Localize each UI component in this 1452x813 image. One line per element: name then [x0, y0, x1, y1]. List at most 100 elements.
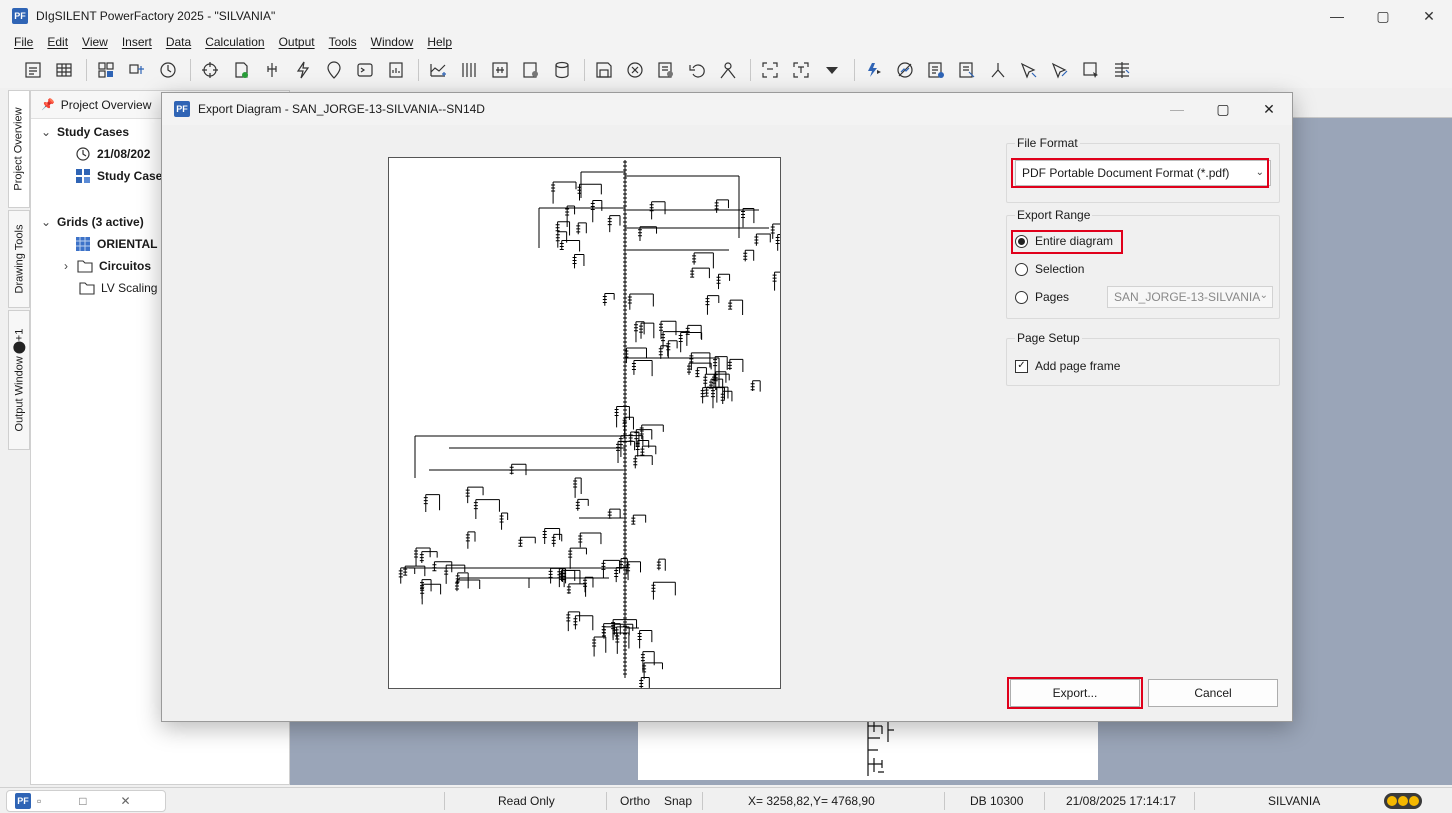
- zoom-text-icon[interactable]: [790, 59, 812, 81]
- tab-project-overview[interactable]: Project Overview: [8, 90, 30, 208]
- output-plus-one: +1: [12, 328, 25, 342]
- dialog-maximize-button[interactable]: ▢: [1200, 93, 1246, 125]
- arrow-select2-icon[interactable]: [1049, 59, 1071, 81]
- maximize-icon[interactable]: □: [79, 794, 86, 808]
- frame-icon[interactable]: [489, 59, 511, 81]
- highlight-file-format: [1011, 158, 1269, 188]
- chart-lines-icon[interactable]: [1111, 59, 1133, 81]
- close-icon[interactable]: ✕: [121, 794, 131, 808]
- tree-grids[interactable]: ⌄ Grids (3 active): [39, 211, 144, 233]
- restore-icon[interactable]: ▫: [37, 794, 41, 808]
- tree-circuitos[interactable]: › Circuitos: [59, 255, 151, 277]
- radio-indicator[interactable]: [1015, 290, 1028, 304]
- status-datetime: 21/08/2025 17:14:17: [1066, 794, 1177, 808]
- lightning-icon[interactable]: [292, 59, 314, 81]
- dropdown-icon[interactable]: [821, 59, 843, 81]
- network-icon[interactable]: [126, 59, 148, 81]
- menu-window[interactable]: Window: [371, 35, 414, 49]
- maximize-button[interactable]: ▢: [1360, 0, 1406, 32]
- tree-study-case-date[interactable]: 21/08/202: [71, 143, 150, 165]
- pages-select[interactable]: SAN_JORGE-13-SILVANIA ⌄: [1107, 286, 1273, 308]
- terminal-icon[interactable]: [354, 59, 376, 81]
- tree-label-study-cases: Study Cases: [57, 125, 130, 139]
- menu-edit[interactable]: Edit: [47, 35, 68, 49]
- person-icon[interactable]: [717, 59, 739, 81]
- target-icon[interactable]: [199, 59, 221, 81]
- menu-data[interactable]: Data: [166, 35, 191, 49]
- tree-label-study-case: Study Case: [97, 169, 163, 183]
- fork-icon[interactable]: [987, 59, 1009, 81]
- radio-indicator[interactable]: [1015, 262, 1028, 276]
- graph-off-icon[interactable]: [894, 59, 916, 81]
- toolbar-separator: [584, 59, 585, 81]
- grid-icon[interactable]: [95, 59, 117, 81]
- menu-tools[interactable]: Tools: [329, 35, 357, 49]
- app-logo: PF: [12, 8, 28, 24]
- dialog-minimize-button[interactable]: —: [1154, 93, 1200, 125]
- dialog-close-button[interactable]: ✕: [1246, 93, 1292, 125]
- menu-file[interactable]: File: [14, 35, 33, 49]
- tab-drawing-tools[interactable]: Drawing Tools: [8, 210, 30, 308]
- chevron-down-icon[interactable]: ⌄: [39, 215, 53, 229]
- menu-view[interactable]: View: [82, 35, 108, 49]
- cursor-select-icon[interactable]: [1080, 59, 1102, 81]
- table-icon[interactable]: [53, 59, 75, 81]
- diagram-page-background: [638, 720, 1098, 780]
- status-db: DB 10300: [970, 794, 1024, 808]
- tree-lv-scaling[interactable]: LV Scaling: [75, 277, 157, 299]
- bars-icon[interactable]: [458, 59, 480, 81]
- save-icon[interactable]: [593, 59, 615, 81]
- switch-icon[interactable]: [261, 59, 283, 81]
- radio-pages[interactable]: Pages: [1015, 286, 1069, 308]
- page-setup-label: Page Setup: [1015, 331, 1082, 345]
- pin-icon[interactable]: 📌: [41, 98, 55, 111]
- tree-label-lv-scaling: LV Scaling: [101, 281, 158, 295]
- export-diagram-dialog: PF Export Diagram - SAN_JORGE-13-SILVANI…: [161, 92, 1293, 722]
- plot-icon[interactable]: [427, 59, 449, 81]
- minimize-button[interactable]: —: [1314, 0, 1360, 32]
- tree-label-date: 21/08/202: [97, 147, 151, 161]
- menu-help[interactable]: Help: [427, 35, 452, 49]
- menu-insert[interactable]: Insert: [122, 35, 152, 49]
- text-icon[interactable]: [22, 59, 44, 81]
- report-icon[interactable]: [385, 59, 407, 81]
- report3-icon[interactable]: [956, 59, 978, 81]
- tree-study-cases[interactable]: ⌄ Study Cases: [39, 121, 129, 143]
- cancel-icon[interactable]: [624, 59, 646, 81]
- status-divider: [1194, 792, 1195, 810]
- folder-icon: [77, 258, 93, 274]
- tree-study-case[interactable]: Study Case: [71, 165, 162, 187]
- output-window-label: Output Window: [12, 356, 25, 432]
- menu-output[interactable]: Output: [279, 35, 315, 49]
- run-icon[interactable]: [863, 59, 885, 81]
- tree-oriental[interactable]: ORIENTAL: [71, 233, 157, 255]
- clock-icon[interactable]: [157, 59, 179, 81]
- marker-icon[interactable]: [323, 59, 345, 81]
- status-ortho[interactable]: Ortho: [620, 794, 650, 808]
- page-check-icon[interactable]: [230, 59, 252, 81]
- chevron-down-icon[interactable]: ⌄: [39, 125, 53, 139]
- chevron-right-icon[interactable]: ›: [59, 259, 73, 273]
- radio-selection[interactable]: Selection: [1015, 258, 1084, 280]
- minimized-window[interactable]: PF ▫ □ ✕: [6, 790, 166, 812]
- status-divider: [702, 792, 703, 810]
- checkbox-checked-icon[interactable]: ✓: [1015, 359, 1028, 373]
- database-icon[interactable]: [551, 59, 573, 81]
- zoom-fit-icon[interactable]: [759, 59, 781, 81]
- add-page-frame-checkbox[interactable]: ✓ Add page frame: [1015, 355, 1120, 377]
- menu-calculation[interactable]: Calculation: [205, 35, 264, 49]
- status-read-only: Read Only: [498, 794, 555, 808]
- report2-icon[interactable]: [925, 59, 947, 81]
- settings-page-icon[interactable]: [520, 59, 542, 81]
- arrow-select-icon[interactable]: [1018, 59, 1040, 81]
- close-button[interactable]: ✕: [1406, 0, 1452, 32]
- status-snap[interactable]: Snap: [664, 794, 692, 808]
- diagram-preview: [388, 157, 800, 693]
- highlight-entire-diagram: [1011, 230, 1123, 254]
- cancel-button[interactable]: Cancel: [1148, 679, 1278, 707]
- tab-output-window[interactable]: Output Window +1: [8, 310, 30, 450]
- undo-icon[interactable]: [686, 59, 708, 81]
- status-divider: [606, 792, 607, 810]
- calc-icon[interactable]: [655, 59, 677, 81]
- clock-icon: [75, 146, 91, 162]
